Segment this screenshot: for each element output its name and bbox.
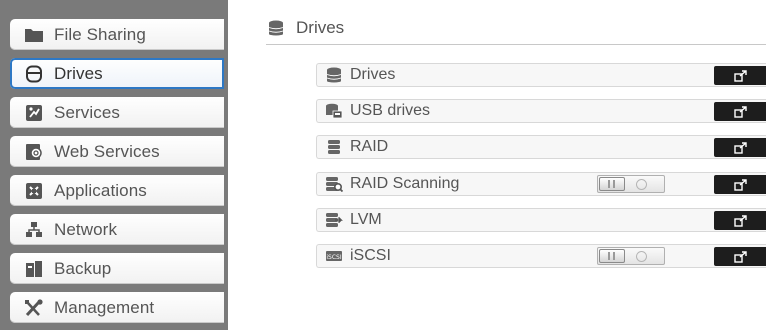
sidebar-item-web-services[interactable]: Web Services — [10, 136, 224, 167]
drive-icon — [24, 65, 44, 83]
raid-scan-icon — [324, 175, 344, 193]
page-header: Drives — [266, 12, 766, 45]
sidebar-item-label: File Sharing — [54, 24, 146, 44]
row-label: Drives — [350, 66, 396, 83]
list-item-usb-drives[interactable]: USB drives — [316, 99, 766, 123]
tools-icon — [24, 298, 44, 317]
list-item-lvm[interactable]: LVM — [316, 208, 766, 232]
row-label: iSCSI — [350, 247, 391, 264]
row-label: USB drives — [350, 102, 431, 119]
toggle-knob — [599, 177, 625, 191]
sidebar-item-label: Services — [54, 102, 120, 122]
sidebar-item-label: Backup — [54, 258, 112, 278]
list-item-raid[interactable]: RAID — [316, 135, 766, 159]
list-item-iscsi[interactable]: iSCSI iSCSI — [316, 244, 766, 268]
external-link-icon — [733, 69, 747, 82]
applications-icon — [24, 182, 44, 200]
toggle-knob — [599, 249, 625, 263]
page-title: Drives — [296, 18, 345, 37]
toggle-off-indicator — [636, 179, 647, 190]
row-label: RAID Scanning — [350, 175, 460, 192]
list-item-drives[interactable]: Drives — [316, 63, 766, 87]
web-services-icon — [24, 143, 44, 161]
folder-icon — [24, 26, 44, 44]
external-link-icon — [733, 214, 747, 227]
usb-drive-icon — [324, 102, 344, 120]
sidebar-item-network[interactable]: Network — [10, 214, 224, 245]
sidebar-item-label: Applications — [54, 180, 147, 200]
lvm-icon — [324, 211, 344, 229]
external-link-icon — [733, 178, 747, 191]
sidebar-item-file-sharing[interactable]: File Sharing — [10, 19, 224, 50]
open-button[interactable] — [714, 102, 766, 121]
row-label: RAID — [350, 138, 389, 155]
sidebar-item-services[interactable]: Services — [10, 97, 224, 128]
open-button[interactable] — [714, 211, 766, 230]
list-item-raid-scanning[interactable]: RAID Scanning — [316, 172, 766, 196]
backup-icon — [24, 260, 44, 278]
sidebar-item-label: Network — [54, 219, 118, 239]
iscsi-toggle[interactable] — [597, 247, 665, 265]
toggle-off-indicator — [636, 251, 647, 262]
open-button[interactable] — [714, 175, 766, 194]
sidebar-item-management[interactable]: Management — [10, 292, 224, 323]
sidebar-item-label: Web Services — [54, 141, 160, 161]
raid-icon — [324, 138, 344, 156]
raid-scanning-toggle[interactable] — [597, 175, 665, 193]
row-label: LVM — [350, 211, 382, 228]
external-link-icon — [733, 250, 747, 263]
external-link-icon — [733, 141, 747, 154]
open-button[interactable] — [714, 247, 766, 266]
sidebar-item-applications[interactable]: Applications — [10, 175, 224, 206]
open-button[interactable] — [714, 66, 766, 85]
external-link-icon — [733, 105, 747, 118]
network-icon — [24, 221, 44, 239]
services-icon — [24, 104, 44, 122]
sidebar-item-label: Management — [54, 297, 155, 317]
iscsi-icon: iSCSI — [324, 247, 344, 265]
sidebar-item-drives[interactable]: Drives — [10, 58, 224, 89]
open-button[interactable] — [714, 138, 766, 157]
drive-stack-icon — [266, 19, 286, 37]
sidebar-item-backup[interactable]: Backup — [10, 253, 224, 284]
svg-text:iSCSI: iSCSI — [326, 254, 341, 261]
sidebar: File Sharing Drives Services Web Service… — [0, 0, 228, 330]
sidebar-item-label: Drives — [54, 63, 103, 83]
drive-stack-icon — [324, 66, 344, 84]
